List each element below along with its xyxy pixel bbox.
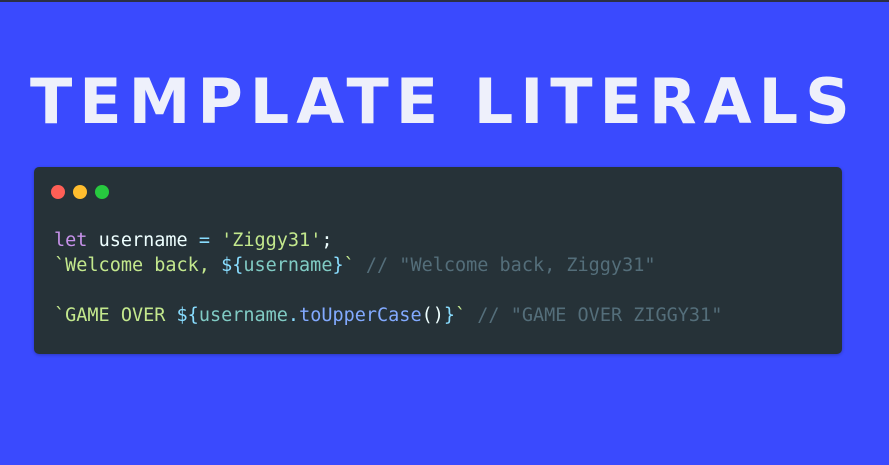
window-controls [51,185,109,199]
semicolon: ; [321,230,333,251]
template-text: Welcome back, [65,255,222,276]
method-name: toUpperCase [299,305,422,326]
code-line-1: let username = 'Ziggy31'; [54,228,722,253]
string-literal: 'Ziggy31' [221,230,322,251]
code-line-2: `Welcome back, ${username}` // "Welcome … [54,253,722,278]
code-comment: // "GAME OVER ZIGGY31" [477,305,723,326]
interpolation-open: ${ [176,305,199,326]
variable-username: username [98,230,188,251]
member-dot: . [287,305,300,326]
keyword-let: let [54,230,88,251]
backtick-open: ` [54,255,66,276]
interpolated-variable: username [198,305,288,326]
code-block: let username = 'Ziggy31'; `Welcome back, … [54,228,722,328]
assign-operator: = [198,230,210,251]
template-text: GAME OVER [65,305,177,326]
call-parens: () [421,305,444,326]
interpolated-variable: username [243,255,333,276]
code-line-3-empty [54,278,722,303]
minimize-dot-icon [73,185,87,199]
maximize-dot-icon [95,185,109,199]
backtick-open: ` [54,305,66,326]
top-edge-strip [0,0,889,2]
close-dot-icon [51,185,65,199]
backtick-close: ` [455,305,467,326]
code-comment: // "Welcome back, Ziggy31" [365,255,656,276]
code-line-4: `GAME OVER ${username.toUpperCase()}` //… [54,303,722,328]
backtick-close: ` [343,255,355,276]
slide-title: TEMPLATE LITERALS [30,65,857,138]
interpolation-close: } [443,305,456,326]
code-window: let username = 'Ziggy31'; `Welcome back, … [34,167,842,354]
interpolation-close: } [332,255,344,276]
interpolation-open: ${ [221,255,244,276]
